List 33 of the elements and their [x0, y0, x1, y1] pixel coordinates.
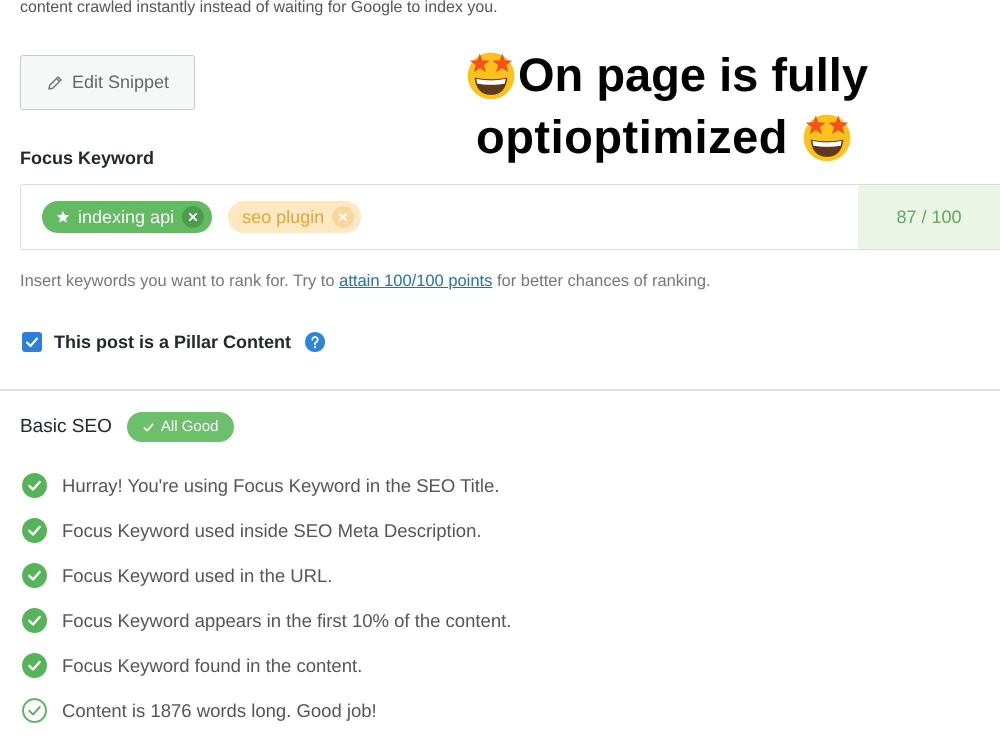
status-label: All Good — [160, 416, 218, 437]
check-circle-icon — [22, 518, 47, 543]
remove-icon[interactable] — [182, 206, 204, 228]
field-label: Focus Keyword — [20, 148, 154, 168]
headline-text: On page is fully — [518, 47, 868, 103]
keyword-text: indexing api — [78, 207, 174, 227]
star-icon — [56, 210, 70, 224]
pencil-icon — [46, 74, 64, 92]
check-result-text: Content is 1876 words long. Good job! — [62, 698, 377, 723]
keyword-text: seo plugin — [242, 207, 324, 227]
check-icon — [142, 422, 154, 432]
star-eyes-emoji-icon — [802, 112, 852, 162]
check-result-text: Hurray! You're using Focus Keyword in the SEO Title. — [62, 474, 500, 498]
check-circle-outline-icon — [22, 698, 47, 723]
keyword-score: 87 / 100 — [858, 185, 1000, 249]
check-circle-icon — [22, 473, 47, 498]
check-result-text: Focus Keyword used inside SEO Meta Description. — [62, 518, 482, 543]
checkbox[interactable] — [22, 332, 42, 352]
points-link[interactable]: attain 100/100 points — [339, 272, 492, 290]
headline-text: optioptimized — [476, 109, 788, 165]
edit-snippet-button[interactable]: Edit Snippet — [20, 55, 195, 110]
star-eyes-emoji-icon — [466, 50, 516, 100]
help-icon[interactable] — [305, 332, 326, 352]
section-title: Basic SEO — [20, 414, 112, 439]
check-result-text: Focus Keyword appears in the first 10% of the content. — [62, 608, 512, 633]
check-result-text: Focus Keyword found in the content. — [62, 654, 362, 678]
check-circle-icon — [22, 563, 47, 588]
check-result-text: Focus Keyword used in the URL. — [62, 564, 332, 588]
help-text: Insert keywords you want to rank for. Try to attain 100/100 points for better chances of ranking. — [20, 271, 711, 291]
intro-text: content crawled instantly instead of waiting for Google to index you. — [20, 0, 498, 16]
check-circle-icon — [22, 608, 47, 633]
check-circle-icon — [22, 653, 47, 678]
checkbox-label: This post is a Pillar Content — [54, 330, 292, 354]
